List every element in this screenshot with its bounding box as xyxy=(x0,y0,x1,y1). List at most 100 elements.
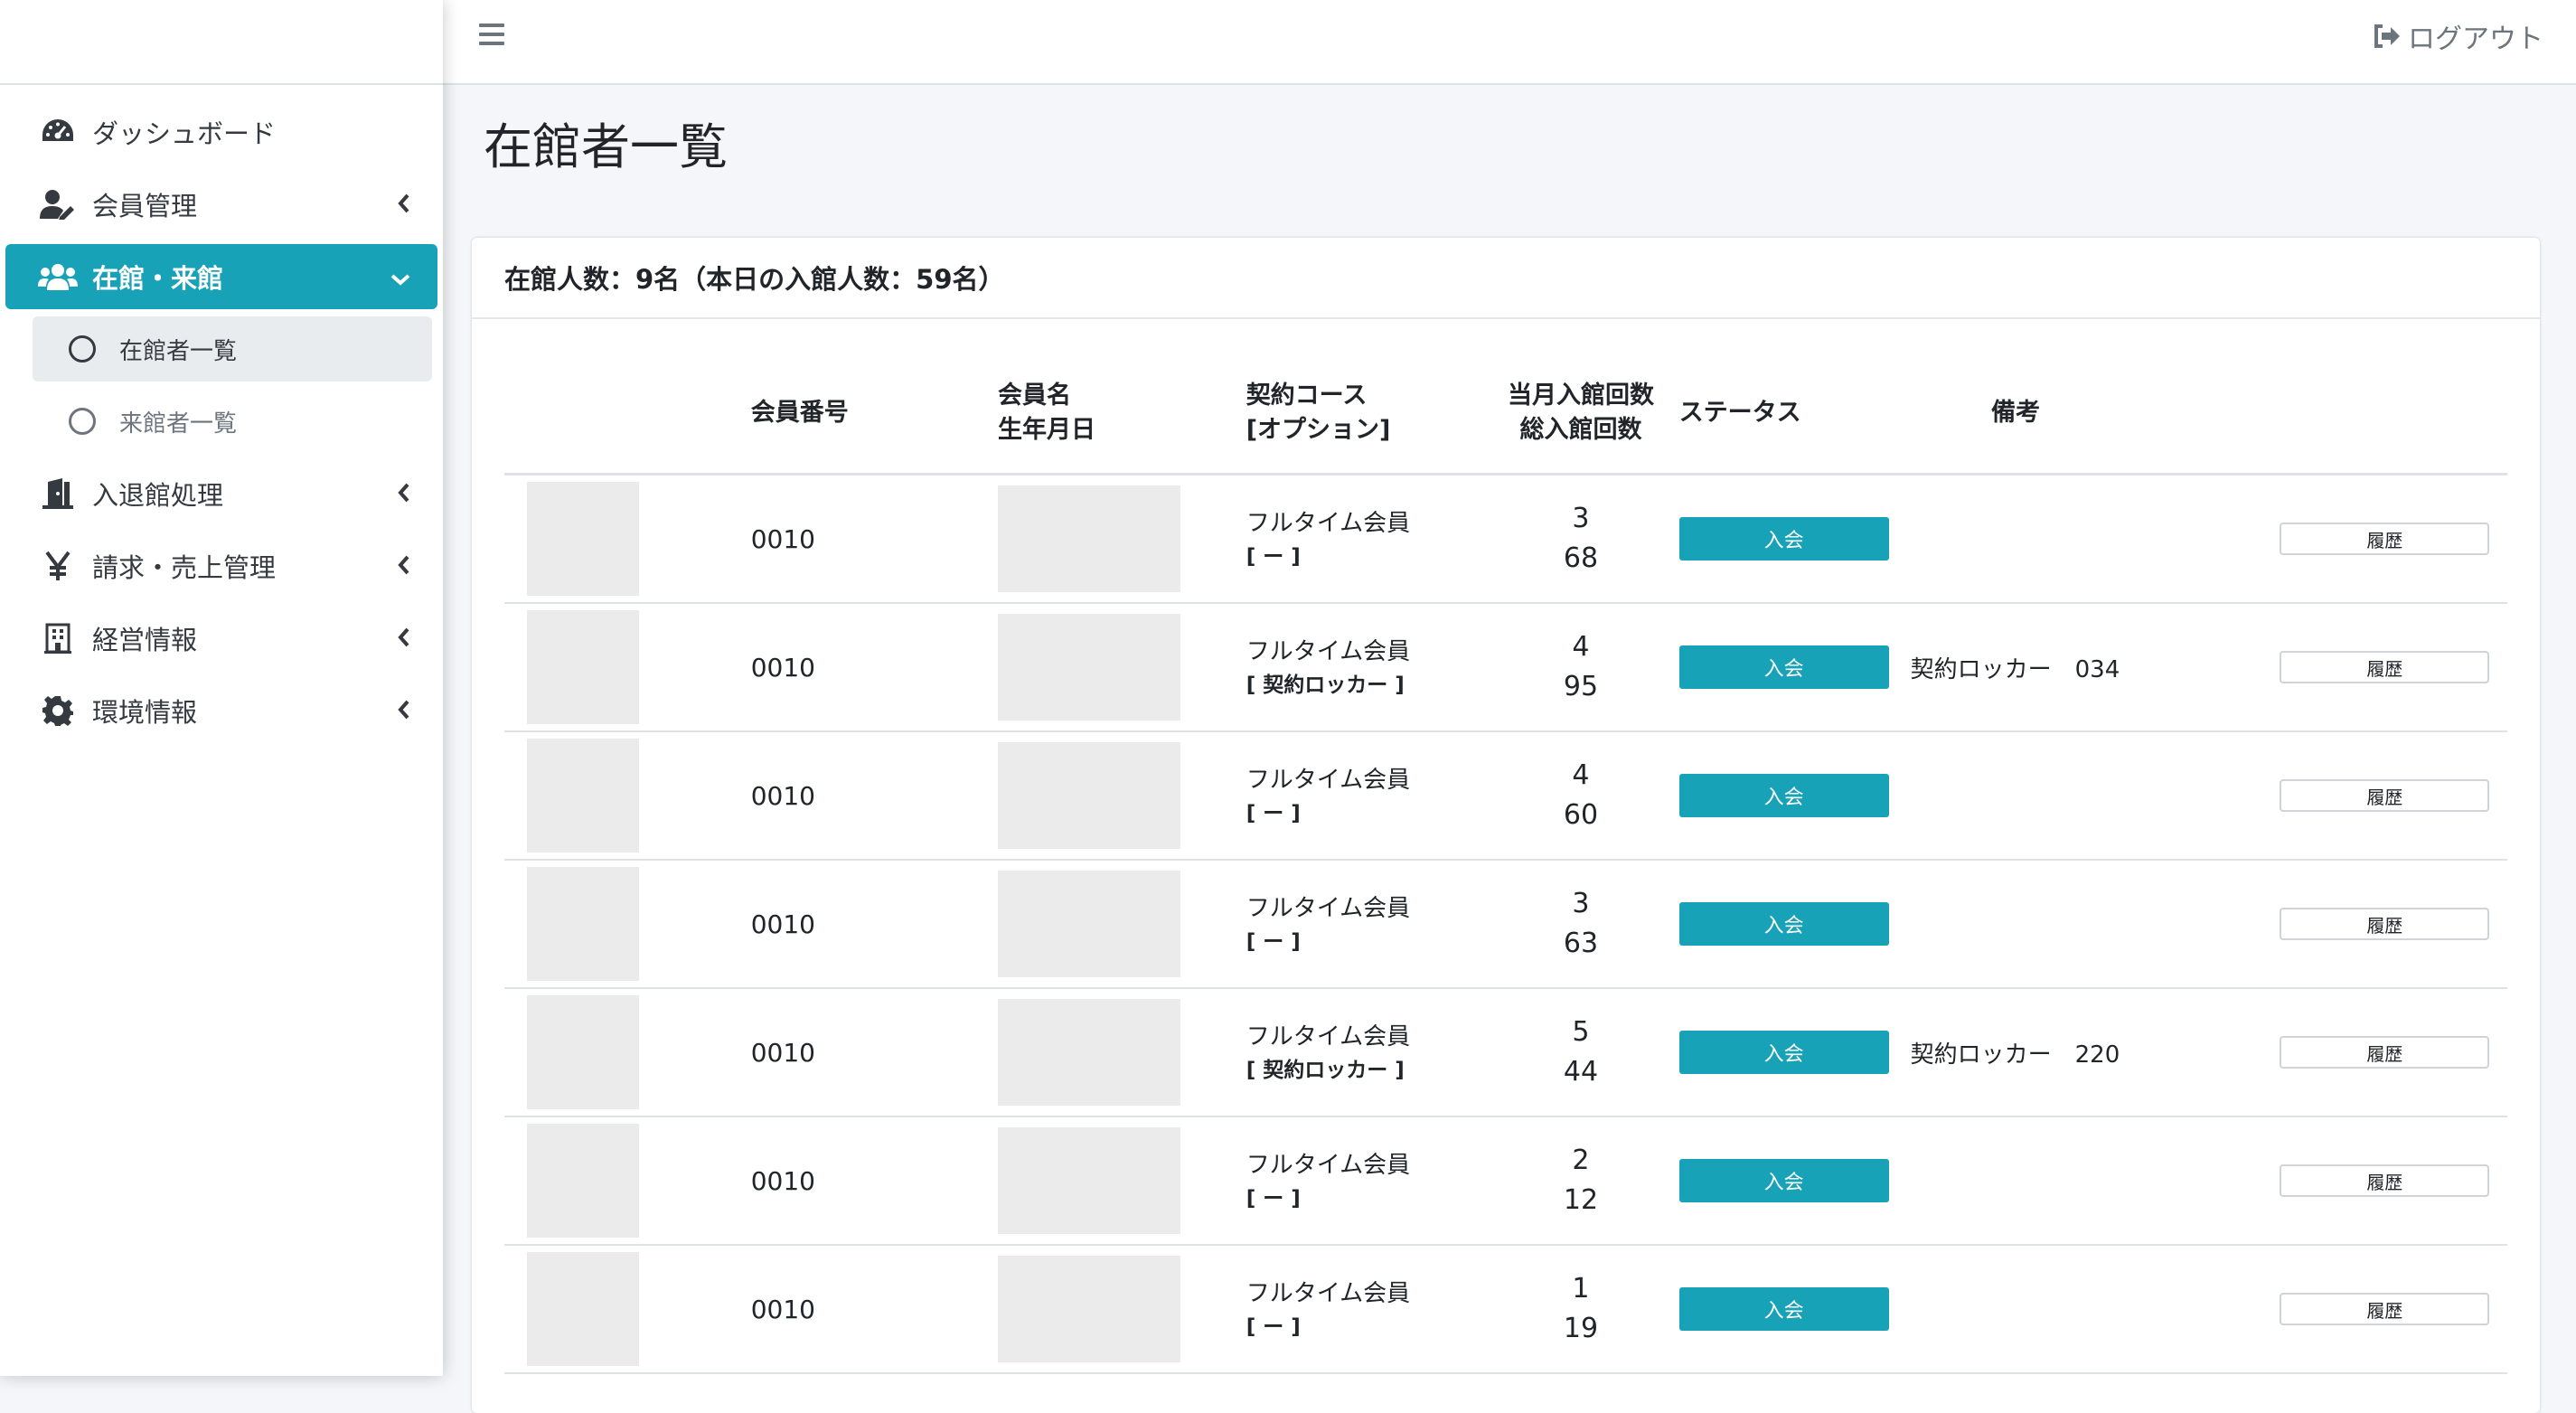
sidebar-item-presence[interactable]: 在館・来館 xyxy=(5,244,437,309)
visits-cell: 2 12 xyxy=(1497,1116,1665,1246)
name-cell xyxy=(998,474,1246,604)
history-button[interactable]: 履歴 xyxy=(2280,651,2490,683)
chevron-down-icon xyxy=(390,261,410,292)
member-no-cell: 0010 xyxy=(750,988,999,1117)
course-cell: フルタイム会員 [ ー ] xyxy=(1246,731,1498,861)
col-status-label: ステータス xyxy=(1678,399,1801,427)
locker-number: 220 xyxy=(2074,1041,2120,1069)
chevron-left-icon xyxy=(398,695,410,726)
page-title: 在館者一覧 xyxy=(484,118,728,175)
sidebar-item-label: ダッシュボード xyxy=(92,118,277,149)
total-visit-count: 44 xyxy=(1563,1056,1599,1088)
col-member-no-label: 会員番号 xyxy=(750,399,849,427)
history-button[interactable]: 履歴 xyxy=(2280,523,2490,555)
history-cell: 履歴 xyxy=(2142,1245,2507,1374)
status-badge[interactable]: 入会 xyxy=(1678,902,1889,946)
note-text: 契約ロッカー 220 xyxy=(1911,1041,2120,1069)
table-row: 0010 フルタイム会員 [ ー ] 3 68 入会 履歴 xyxy=(504,474,2507,604)
course-name: フルタイム会員 xyxy=(1246,1152,1411,1179)
sidebar-subitem-present-list[interactable]: 在館者一覧 xyxy=(33,316,432,382)
course-option: [ ー ] xyxy=(1246,802,1301,825)
chevron-left-icon xyxy=(398,478,410,509)
member-number: 0010 xyxy=(750,780,815,811)
course-option: [ 契約ロッカー ] xyxy=(1246,1059,1405,1082)
sidebar-subitem-label: 在館者一覧 xyxy=(119,337,238,365)
course-option: [ ー ] xyxy=(1246,1187,1301,1210)
sidebar-item-entry-exit[interactable]: 入退館処理 xyxy=(5,461,437,526)
member-name-redacted xyxy=(998,485,1181,592)
member-photo xyxy=(527,867,639,981)
sidebar-item-environment[interactable]: 環境情報 xyxy=(5,678,437,743)
photo-cell xyxy=(504,988,751,1117)
col-member-no: 会員番号 xyxy=(750,353,999,476)
course-option: [ ー ] xyxy=(1246,1315,1301,1339)
note-text xyxy=(1911,912,1934,939)
member-no-cell: 0010 xyxy=(750,860,999,989)
course-cell: フルタイム会員 [ ー ] xyxy=(1246,1116,1498,1246)
sidebar-item-members[interactable]: 会員管理 xyxy=(5,172,437,237)
sidebar-subitem-visitor-list[interactable]: 来館者一覧 xyxy=(33,389,432,454)
status-cell: 入会 xyxy=(1664,988,1889,1117)
table-row: 0010 フルタイム会員 [ ー ] 4 60 入会 履歴 xyxy=(504,731,2507,861)
photo-cell xyxy=(504,731,751,861)
name-cell xyxy=(998,988,1246,1117)
note-text xyxy=(1911,1297,1934,1324)
photo-cell xyxy=(504,1116,751,1246)
visits-cell: 3 63 xyxy=(1497,860,1665,989)
history-cell: 履歴 xyxy=(2142,1116,2507,1246)
status-badge[interactable]: 入会 xyxy=(1678,1031,1889,1074)
col-name: 会員名 生年月日 xyxy=(998,353,1246,476)
history-button[interactable]: 履歴 xyxy=(2280,779,2490,812)
total-visit-count: 68 xyxy=(1563,542,1599,574)
member-no-cell: 0010 xyxy=(750,1116,999,1246)
status-badge[interactable]: 入会 xyxy=(1678,1287,1889,1331)
member-photo xyxy=(527,995,639,1109)
table-row: 0010 フルタイム会員 [ ー ] 1 19 入会 履歴 xyxy=(504,1245,2507,1374)
door-icon xyxy=(36,478,80,509)
member-photo xyxy=(527,739,639,853)
user-edit-icon xyxy=(36,189,80,220)
history-button[interactable]: 履歴 xyxy=(2280,908,2490,940)
history-cell: 履歴 xyxy=(2142,988,2507,1117)
course-name: フルタイム会員 xyxy=(1246,895,1411,922)
member-name-redacted xyxy=(998,999,1181,1106)
status-badge[interactable]: 入会 xyxy=(1678,645,1889,689)
note-label: 契約ロッカー xyxy=(1910,1041,2052,1069)
status-badge[interactable]: 入会 xyxy=(1678,774,1889,817)
month-visit-count: 4 xyxy=(1572,759,1590,791)
sidebar-item-billing[interactable]: 請求・売上管理 xyxy=(5,533,437,598)
note-cell xyxy=(1888,1245,2143,1374)
note-cell xyxy=(1888,731,2143,861)
course-name: フルタイム会員 xyxy=(1246,767,1411,794)
col-note: 備考 xyxy=(1888,353,2143,476)
member-no-cell: 0010 xyxy=(750,474,999,604)
member-photo xyxy=(527,482,639,596)
table-row: 0010 フルタイム会員 [ ー ] 3 63 入会 履歴 xyxy=(504,860,2507,989)
chevron-left-icon xyxy=(398,623,410,654)
col-photo xyxy=(504,353,751,476)
status-badge[interactable]: 入会 xyxy=(1678,1159,1889,1202)
col-birth-label: 生年月日 xyxy=(998,416,1096,444)
name-cell xyxy=(998,731,1246,861)
yen-icon xyxy=(36,551,80,581)
table-row: 0010 フルタイム会員 [ ー ] 2 12 入会 履歴 xyxy=(504,1116,2507,1246)
table-row: 0010 フルタイム会員 [ 契約ロッカー ] 4 95 入会 契約ロッカー 03… xyxy=(504,603,2507,732)
sidebar-item-management[interactable]: 経営情報 xyxy=(5,606,437,671)
logout-link[interactable]: ログアウト xyxy=(2374,16,2543,56)
month-visit-count: 1 xyxy=(1572,1273,1590,1305)
course-cell: フルタイム会員 [ 契約ロッカー ] xyxy=(1246,988,1498,1117)
presence-summary: 在館人数：9名（本日の入館人数：59名） xyxy=(472,238,2540,319)
sidebar-item-dashboard[interactable]: ダッシュボード xyxy=(5,99,437,165)
status-cell: 入会 xyxy=(1664,731,1889,861)
col-note-label: 備考 xyxy=(1990,399,2040,427)
history-button[interactable]: 履歴 xyxy=(2280,1036,2490,1069)
name-cell xyxy=(998,1245,1246,1374)
history-button[interactable]: 履歴 xyxy=(2280,1164,2490,1197)
sidebar-item-label: 在館・来館 xyxy=(92,263,224,294)
history-cell: 履歴 xyxy=(2142,474,2507,604)
hamburger-menu-icon[interactable] xyxy=(479,24,504,45)
total-visit-count: 60 xyxy=(1563,799,1599,831)
history-button[interactable]: 履歴 xyxy=(2280,1293,2490,1325)
month-visit-count: 3 xyxy=(1572,888,1590,919)
status-badge[interactable]: 入会 xyxy=(1678,517,1889,560)
